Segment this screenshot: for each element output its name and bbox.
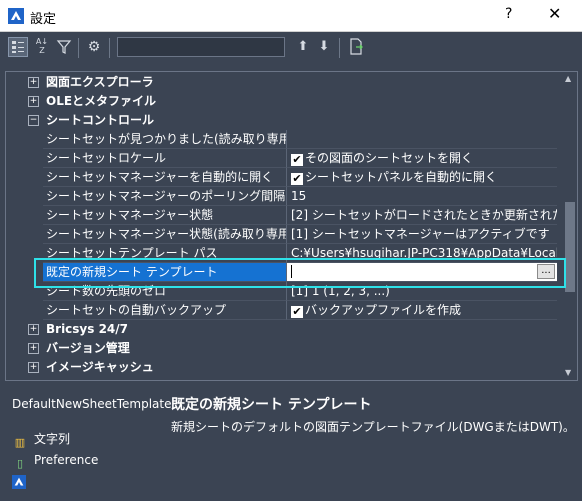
- toolbar: A↓ Z ⚙ ⬆ ⬇: [0, 32, 582, 64]
- close-button[interactable]: ✕: [548, 4, 561, 23]
- toolbar-separator: [78, 38, 79, 58]
- description-panel: DefaultNewSheetTemplate 既定の新規シート テンプレート …: [0, 386, 582, 501]
- category-sheet-control[interactable]: − シートコントロール: [6, 111, 562, 130]
- category-ole-metafile[interactable]: + OLEとメタファイル: [6, 92, 562, 111]
- toolbar-separator: [109, 38, 110, 58]
- toolbar-separator: [339, 38, 340, 58]
- checkbox-checked-icon[interactable]: ✔: [291, 154, 303, 166]
- arrow-up-icon[interactable]: ⬆: [293, 37, 313, 57]
- checkbox-checked-icon[interactable]: ✔: [291, 306, 303, 318]
- category-version-control[interactable]: + バージョン管理: [6, 339, 562, 358]
- expand-icon[interactable]: +: [28, 343, 39, 354]
- bricscad-logo: [12, 475, 26, 492]
- scope-info: ▯ Preference: [12, 453, 98, 472]
- window-title: 設定: [30, 12, 57, 27]
- scroll-up-icon[interactable]: ▲: [565, 74, 571, 83]
- preference-icon: ▯: [16, 457, 24, 470]
- category-image-cache[interactable]: + イメージキャッシュ: [6, 358, 562, 377]
- property-description: 新規シートのデフォルトの図面テンプレートファイル(DWGまたはDWT)。: [171, 420, 575, 434]
- gear-icon[interactable]: ⚙: [84, 37, 104, 57]
- categorized-view-icon[interactable]: [8, 37, 28, 57]
- export-icon[interactable]: [346, 37, 366, 57]
- expand-icon[interactable]: +: [28, 77, 39, 88]
- category-bricsys-247[interactable]: + Bricsys 24/7: [6, 320, 562, 339]
- property-key: DefaultNewSheetTemplate: [12, 397, 172, 411]
- property-grid: + 図面エクスプローラ + OLEとメタファイル − シートコントロール シート…: [5, 71, 578, 381]
- scrollbar-thumb[interactable]: [565, 202, 575, 292]
- category-drawing-explorer[interactable]: + 図面エクスプローラ: [6, 73, 562, 92]
- checkbox-checked-icon[interactable]: ✔: [291, 173, 303, 185]
- string-type-icon: ▥: [14, 436, 26, 449]
- property-heading: 既定の新規シート テンプレート: [171, 397, 372, 413]
- collapse-icon[interactable]: −: [28, 115, 39, 126]
- browse-button[interactable]: ...: [537, 264, 555, 279]
- vertical-scrollbar[interactable]: ▲ ▼: [562, 72, 577, 380]
- type-info: ▥ 文字列: [12, 430, 70, 451]
- title-bar: 設定 ? ✕: [0, 0, 582, 32]
- help-button[interactable]: ?: [505, 6, 512, 22]
- bricscad-app-icon: [8, 8, 24, 24]
- expand-icon[interactable]: +: [28, 362, 39, 373]
- bricscad-icon: [12, 475, 26, 489]
- arrow-down-icon[interactable]: ⬇: [314, 37, 334, 57]
- settings-dialog: 設定 ? ✕ A↓ Z ⚙ ⬆ ⬇ + 図面エクスプローラ + OLEとメタファイ…: [0, 0, 582, 501]
- template-path-input[interactable]: ...: [287, 263, 557, 282]
- sort-az-icon[interactable]: A↓ Z: [32, 37, 52, 57]
- expand-icon[interactable]: +: [28, 324, 39, 335]
- expand-icon[interactable]: +: [28, 96, 39, 107]
- filter-icon[interactable]: [54, 37, 74, 57]
- search-input[interactable]: [117, 37, 285, 57]
- scroll-down-icon[interactable]: ▼: [565, 368, 571, 377]
- text-caret: [291, 265, 292, 278]
